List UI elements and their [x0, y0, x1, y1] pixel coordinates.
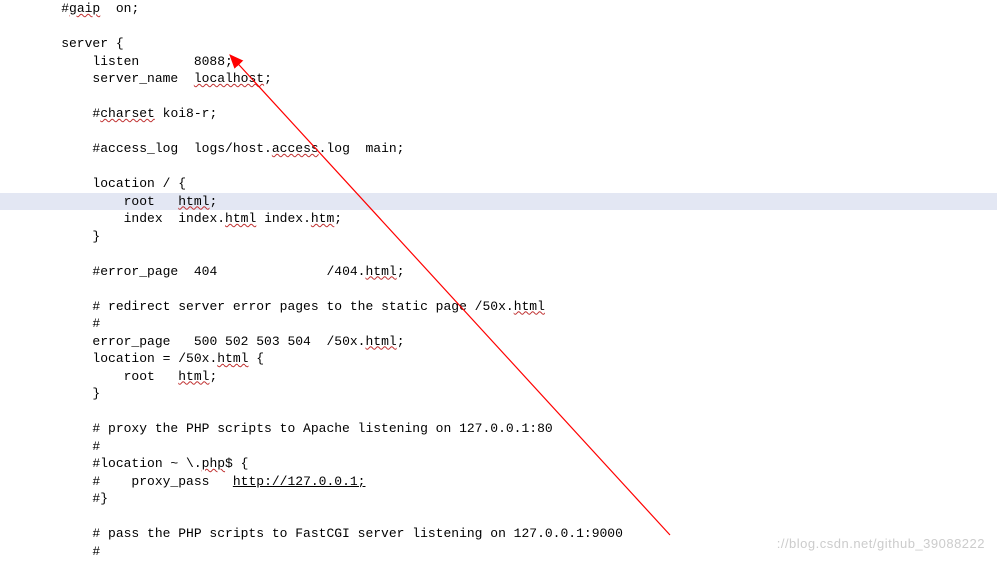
- code-line[interactable]: server {: [0, 35, 997, 53]
- code-line[interactable]: root html;: [0, 368, 997, 386]
- code-text: on;: [100, 1, 139, 16]
- spellcheck-word: html: [178, 194, 209, 209]
- code-line[interactable]: #: [0, 315, 997, 333]
- code-line[interactable]: #: [0, 438, 997, 456]
- spellcheck-word: access: [272, 141, 319, 156]
- code-text: {: [248, 351, 264, 366]
- code-text: .log main;: [319, 141, 405, 156]
- spellcheck-word: htm: [311, 211, 334, 226]
- spellcheck-word: html: [178, 369, 209, 384]
- spellcheck-word: localhost: [194, 71, 264, 86]
- code-text: ;: [397, 334, 405, 349]
- code-text: koi8-r;: [155, 106, 217, 121]
- code-text: root: [124, 369, 179, 384]
- spellcheck-word: html: [365, 264, 396, 279]
- code-line[interactable]: [0, 403, 997, 421]
- code-text: ;: [334, 211, 342, 226]
- spellcheck-word: charset: [100, 106, 155, 121]
- code-line[interactable]: }: [0, 385, 997, 403]
- code-text: location = /50x.: [92, 351, 217, 366]
- code-line[interactable]: [0, 18, 997, 36]
- code-text: # redirect server error pages to the sta…: [92, 299, 513, 314]
- code-line[interactable]: #location ~ \.php$ {: [0, 455, 997, 473]
- code-line[interactable]: [0, 123, 997, 141]
- code-line[interactable]: }: [0, 228, 997, 246]
- code-line[interactable]: # proxy the PHP scripts to Apache listen…: [0, 420, 997, 438]
- code-text: # proxy_pass: [92, 474, 232, 489]
- code-line[interactable]: location = /50x.html {: [0, 350, 997, 368]
- spellcheck-word: html: [225, 211, 256, 226]
- watermark-text: ://blog.csdn.net/github_39088222: [777, 535, 985, 553]
- code-text: ;: [264, 71, 272, 86]
- code-line[interactable]: #gaip on;: [0, 0, 997, 18]
- code-text: #access_log logs/host.: [92, 141, 271, 156]
- code-text: $ {: [225, 456, 248, 471]
- code-text: #location ~ \.: [92, 456, 201, 471]
- code-line[interactable]: listen 8088;: [0, 53, 997, 71]
- code-line[interactable]: [0, 508, 997, 526]
- code-text: root: [124, 194, 179, 209]
- code-line[interactable]: [0, 88, 997, 106]
- code-text: error_page 500 502 503 504 /50x.: [92, 334, 365, 349]
- code-text: index index.: [124, 211, 225, 226]
- code-line[interactable]: location / {: [0, 175, 997, 193]
- code-line[interactable]: #access_log logs/host.access.log main;: [0, 140, 997, 158]
- code-text: server_name: [92, 71, 193, 86]
- code-line[interactable]: root html;: [0, 193, 997, 211]
- code-line[interactable]: #}: [0, 490, 997, 508]
- code-text: ;: [209, 194, 217, 209]
- code-line[interactable]: error_page 500 502 503 504 /50x.html;: [0, 333, 997, 351]
- spellcheck-word: php: [202, 456, 225, 471]
- code-text: ;: [209, 369, 217, 384]
- code-text: index.: [256, 211, 311, 226]
- code-line[interactable]: #charset koi8-r;: [0, 105, 997, 123]
- spellcheck-word: html: [514, 299, 545, 314]
- code-editor[interactable]: #gaip on; server { listen 8088; server_n…: [0, 0, 997, 560]
- code-line[interactable]: [0, 245, 997, 263]
- code-line[interactable]: server_name localhost;: [0, 70, 997, 88]
- code-line[interactable]: index index.html index.htm;: [0, 210, 997, 228]
- code-line[interactable]: # redirect server error pages to the sta…: [0, 298, 997, 316]
- spellcheck-word: html: [365, 334, 396, 349]
- code-text: #error_page 404 /404.: [92, 264, 365, 279]
- spellcheck-word: gaip: [69, 1, 100, 16]
- code-text: #: [61, 1, 69, 16]
- code-line[interactable]: #error_page 404 /404.html;: [0, 263, 997, 281]
- code-line[interactable]: [0, 158, 997, 176]
- code-line[interactable]: # proxy_pass http://127.0.0.1;: [0, 473, 997, 491]
- code-line[interactable]: [0, 280, 997, 298]
- link-text: http://127.0.0.1;: [233, 474, 366, 489]
- spellcheck-word: html: [217, 351, 248, 366]
- code-text: ;: [397, 264, 405, 279]
